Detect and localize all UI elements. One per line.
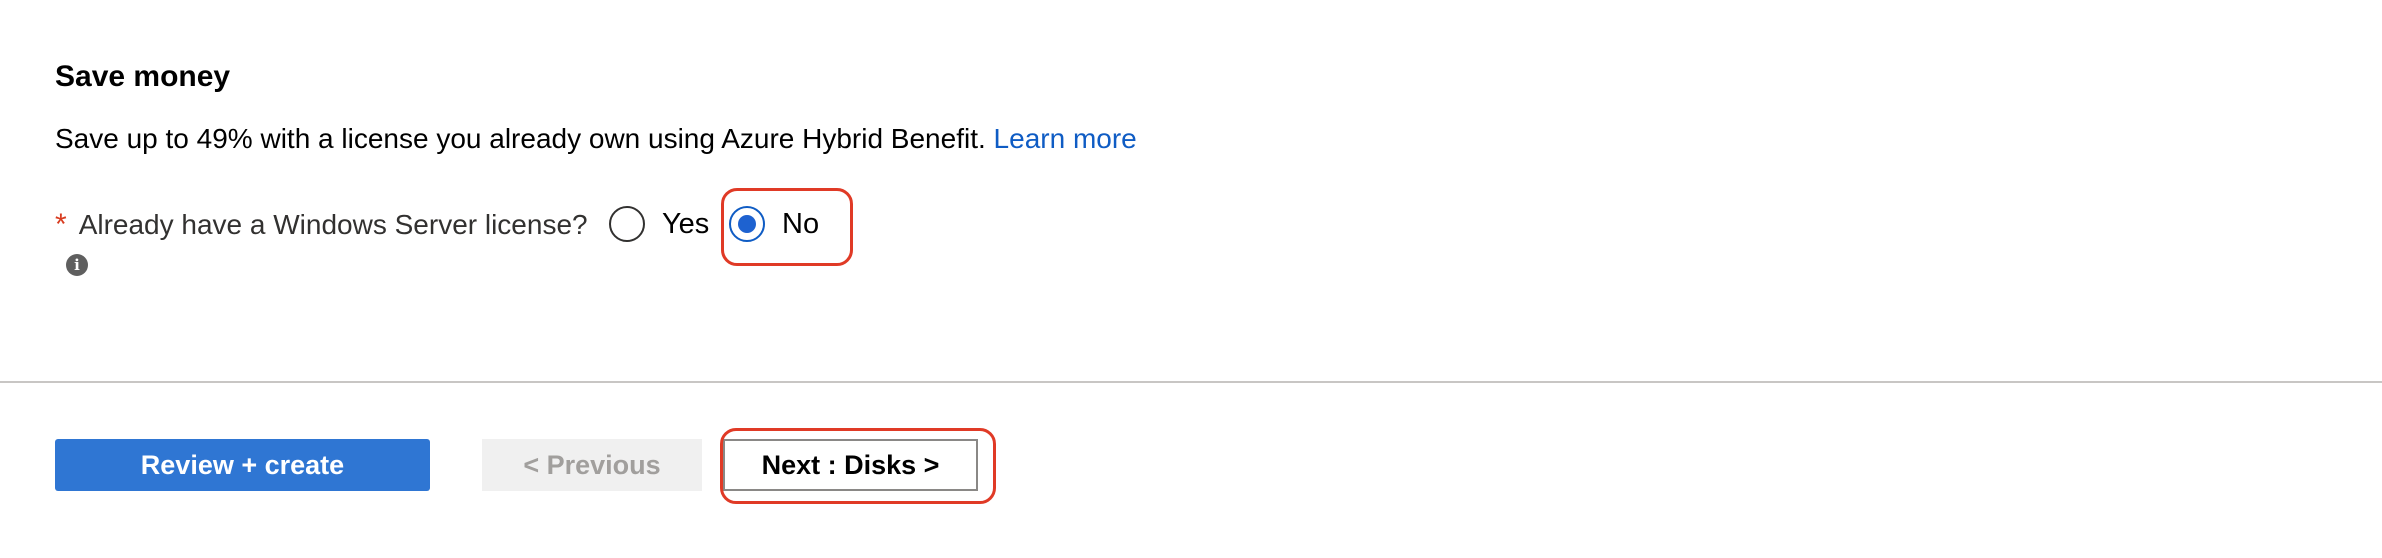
learn-more-link[interactable]: Learn more bbox=[994, 123, 1137, 154]
review-create-button[interactable]: Review + create bbox=[55, 439, 430, 491]
radio-yes[interactable]: Yes bbox=[609, 206, 709, 242]
highlight-annotation-next bbox=[720, 428, 996, 504]
section-title: Save money bbox=[55, 60, 231, 93]
license-field-label: Already have a Windows Server license? bbox=[78, 209, 588, 240]
radio-yes-circle[interactable] bbox=[609, 206, 645, 242]
radio-yes-label[interactable]: Yes bbox=[662, 208, 709, 241]
section-description: Save up to 49% with a license you alread… bbox=[55, 123, 1137, 155]
page: Save money Save up to 49% with a license… bbox=[0, 0, 2382, 558]
divider bbox=[0, 381, 2382, 383]
info-icon[interactable]: i bbox=[66, 254, 88, 276]
previous-button[interactable]: < Previous bbox=[482, 439, 702, 491]
license-field: * Already have a Windows Server license? bbox=[55, 200, 588, 250]
required-marker: * bbox=[55, 208, 67, 241]
description-text: Save up to 49% with a license you alread… bbox=[55, 123, 986, 154]
highlight-annotation-no bbox=[721, 188, 853, 266]
